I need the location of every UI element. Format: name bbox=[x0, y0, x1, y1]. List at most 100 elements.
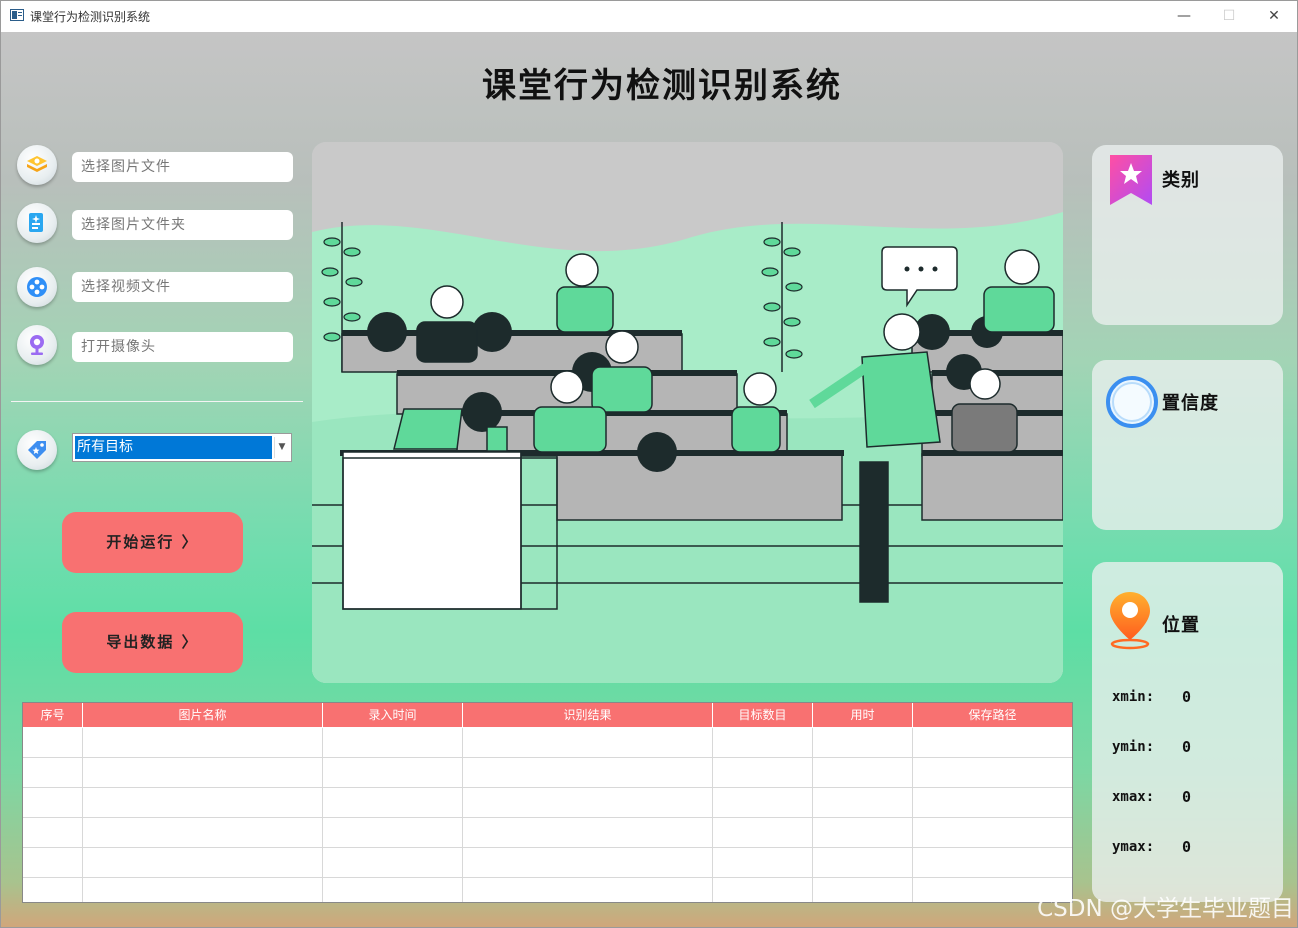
table-cell[interactable] bbox=[813, 788, 913, 817]
table-cell[interactable] bbox=[23, 788, 83, 817]
table-cell[interactable] bbox=[713, 788, 813, 817]
table-cell[interactable] bbox=[713, 818, 813, 847]
video-file-icon[interactable] bbox=[17, 267, 57, 307]
col-count[interactable]: 目标数目 bbox=[713, 703, 813, 727]
bookmark-star-icon bbox=[1110, 155, 1152, 205]
table-row[interactable] bbox=[23, 848, 1072, 878]
table-cell[interactable] bbox=[23, 818, 83, 847]
table-row[interactable] bbox=[23, 758, 1072, 788]
table-cell[interactable] bbox=[323, 788, 463, 817]
image-file-input[interactable]: 选择图片文件 bbox=[72, 152, 293, 182]
chevron-down-icon[interactable]: ▼ bbox=[274, 437, 289, 458]
confidence-ring-icon bbox=[1106, 376, 1158, 428]
table-cell[interactable] bbox=[83, 728, 323, 757]
table-cell[interactable] bbox=[83, 848, 323, 877]
image-file-icon[interactable] bbox=[17, 145, 57, 185]
table-cell[interactable] bbox=[813, 878, 913, 902]
table-cell[interactable] bbox=[713, 878, 813, 902]
table-header: 序号 图片名称 录入时间 识别结果 目标数目 用时 保存路径 bbox=[23, 703, 1072, 728]
table-cell[interactable] bbox=[713, 848, 813, 877]
video-file-input[interactable]: 选择视频文件 bbox=[72, 272, 293, 302]
ymin-label: ymin: bbox=[1112, 739, 1155, 755]
table-cell[interactable] bbox=[83, 818, 323, 847]
table-cell[interactable] bbox=[23, 878, 83, 902]
col-result[interactable]: 识别结果 bbox=[463, 703, 713, 727]
table-cell[interactable] bbox=[23, 848, 83, 877]
table-cell[interactable] bbox=[913, 758, 1072, 787]
ymin-value: 0 bbox=[1182, 738, 1192, 756]
app-icon bbox=[10, 9, 24, 21]
minimize-button[interactable]: — bbox=[1169, 6, 1199, 26]
table-row[interactable] bbox=[23, 728, 1072, 758]
image-folder-icon[interactable] bbox=[17, 203, 57, 243]
table-cell[interactable] bbox=[913, 788, 1072, 817]
table-cell[interactable] bbox=[323, 878, 463, 902]
position-card: 位置 xmin: 0 ymin: 0 xmax: 0 ymax: 0 bbox=[1092, 562, 1283, 902]
xmin-label: xmin: bbox=[1112, 689, 1155, 705]
table-cell[interactable] bbox=[813, 818, 913, 847]
divider bbox=[11, 401, 303, 402]
table-cell[interactable] bbox=[323, 848, 463, 877]
table-cell[interactable] bbox=[463, 848, 713, 877]
location-pin-icon bbox=[1110, 592, 1150, 650]
table-row[interactable] bbox=[23, 788, 1072, 818]
table-cell[interactable] bbox=[323, 758, 463, 787]
xmax-value: 0 bbox=[1182, 788, 1192, 806]
table-row[interactable] bbox=[23, 818, 1072, 848]
table-cell[interactable] bbox=[463, 758, 713, 787]
table-row[interactable] bbox=[23, 878, 1072, 902]
col-index[interactable]: 序号 bbox=[23, 703, 83, 727]
table-cell[interactable] bbox=[813, 728, 913, 757]
app-title: 课堂行为检测识别系统 bbox=[482, 66, 842, 106]
table-cell[interactable] bbox=[913, 728, 1072, 757]
table-cell[interactable] bbox=[23, 758, 83, 787]
table-cell[interactable] bbox=[463, 788, 713, 817]
table-cell[interactable] bbox=[713, 728, 813, 757]
table-body bbox=[23, 728, 1072, 902]
main-panel: 课堂行为检测识别系统 选择图片文件 选择图片文件夹 选择视频文件 打开摄像头 所… bbox=[1, 32, 1297, 927]
table-cell[interactable] bbox=[83, 758, 323, 787]
watermark: CSDN @大学生毕业题目 bbox=[1037, 896, 1294, 922]
table-cell[interactable] bbox=[463, 728, 713, 757]
title-bar: 课堂行为检测识别系统 — ☐ ✕ bbox=[1, 1, 1297, 32]
window-title: 课堂行为检测识别系统 bbox=[30, 10, 151, 24]
target-select[interactable]: 所有目标 ▼ bbox=[72, 433, 292, 462]
table-cell[interactable] bbox=[713, 758, 813, 787]
table-cell[interactable] bbox=[463, 878, 713, 902]
table-cell[interactable] bbox=[323, 728, 463, 757]
table-cell[interactable] bbox=[83, 878, 323, 902]
table-cell[interactable] bbox=[913, 848, 1072, 877]
table-cell[interactable] bbox=[913, 818, 1072, 847]
col-image-name[interactable]: 图片名称 bbox=[83, 703, 323, 727]
target-select-value: 所有目标 bbox=[75, 436, 272, 459]
camera-input[interactable]: 打开摄像头 bbox=[72, 332, 293, 362]
start-button[interactable]: 开始运行 〉 bbox=[62, 512, 243, 573]
maximize-button[interactable]: ☐ bbox=[1214, 6, 1244, 26]
confidence-label: 置信度 bbox=[1162, 393, 1219, 414]
app-window: 课堂行为检测识别系统 — ☐ ✕ 课堂行为检测识别系统 选择图片文件 选择图片文… bbox=[0, 0, 1298, 928]
confidence-card: 置信度 bbox=[1092, 360, 1283, 530]
table-cell[interactable] bbox=[463, 818, 713, 847]
ymax-value: 0 bbox=[1182, 838, 1192, 856]
ymax-label: ymax: bbox=[1112, 839, 1155, 855]
table-cell[interactable] bbox=[83, 788, 323, 817]
col-duration[interactable]: 用时 bbox=[813, 703, 913, 727]
close-button[interactable]: ✕ bbox=[1259, 6, 1289, 26]
camera-icon[interactable] bbox=[17, 325, 57, 365]
col-save-path[interactable]: 保存路径 bbox=[913, 703, 1072, 727]
table-cell[interactable] bbox=[323, 818, 463, 847]
table-cell[interactable] bbox=[813, 758, 913, 787]
export-button[interactable]: 导出数据 〉 bbox=[62, 612, 243, 673]
category-label: 类别 bbox=[1162, 170, 1200, 191]
image-folder-input[interactable]: 选择图片文件夹 bbox=[72, 210, 293, 240]
category-card: 类别 bbox=[1092, 145, 1283, 325]
col-time[interactable]: 录入时间 bbox=[323, 703, 463, 727]
xmax-label: xmax: bbox=[1112, 789, 1155, 805]
table-cell[interactable] bbox=[813, 848, 913, 877]
xmin-value: 0 bbox=[1182, 688, 1192, 706]
position-label: 位置 bbox=[1162, 615, 1200, 636]
table-cell[interactable] bbox=[23, 728, 83, 757]
classroom-illustration bbox=[312, 142, 1063, 683]
tag-icon bbox=[17, 430, 57, 470]
results-table[interactable]: 序号 图片名称 录入时间 识别结果 目标数目 用时 保存路径 bbox=[22, 702, 1073, 903]
